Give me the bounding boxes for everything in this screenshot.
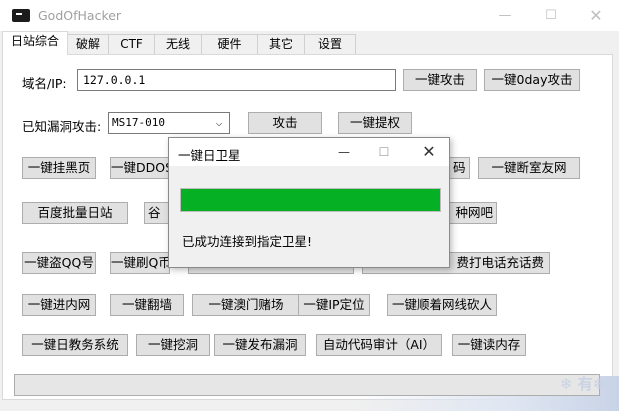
window-title: GodOfHacker — [38, 8, 122, 23]
dialog-minimize-button[interactable]: — — [324, 138, 364, 166]
dialog-title-bar: 一键日卫星 — ☐ ✕ — [169, 138, 449, 166]
vuln-select[interactable]: MS17-010 ⌵ — [108, 112, 230, 134]
hidden-button-row3[interactable]: 码 — [448, 157, 470, 179]
follow-cable-button[interactable]: 一键顺着网线砍人 — [387, 294, 497, 316]
tab-settings[interactable]: 设置 — [304, 34, 356, 54]
progress-fill — [181, 189, 440, 211]
brush-q-coin-button[interactable]: 一键刷Q币 — [110, 252, 170, 274]
publish-vuln-button[interactable]: 一键发布漏洞 — [214, 334, 306, 356]
tab-ctf[interactable]: CTF — [108, 34, 155, 54]
macau-casino-button[interactable]: 一键澳门赌场 — [192, 294, 300, 316]
maximize-button[interactable]: ☐ — [528, 0, 574, 31]
ip-locate-button[interactable]: 一键IP定位 — [298, 294, 370, 316]
satellite-dialog: 一键日卫星 — ☐ ✕ 已成功连接到指定卫星! — [168, 137, 450, 268]
cut-roommate-net-button[interactable]: 一键断室友网 — [478, 157, 580, 179]
one-click-privesc-button[interactable]: 一键提权 — [338, 112, 412, 134]
dialog-message: 已成功连接到指定卫星! — [182, 234, 313, 249]
close-button[interactable]: ✕ — [573, 0, 619, 31]
tab-site-attack[interactable]: 日站综合 — [2, 31, 68, 55]
intranet-button[interactable]: 一键进内网 — [22, 294, 96, 316]
code-audit-button[interactable]: 自动代码审计（AI） — [316, 334, 442, 356]
one-click-attack-button[interactable]: 一键攻击 — [403, 69, 477, 91]
one-click-0day-button[interactable]: 一键0day攻击 — [484, 69, 580, 91]
known-vuln-label: 已知漏洞攻击: — [22, 119, 102, 134]
attack-button[interactable]: 攻击 — [248, 112, 322, 134]
domain-input[interactable]: 127.0.0.1 — [77, 69, 396, 91]
deface-button[interactable]: 一键挂黑页 — [22, 157, 96, 179]
baidu-batch-button[interactable]: 百度批量日站 — [22, 202, 128, 224]
chevron-down-icon: ⌵ — [215, 116, 223, 129]
app-icon — [12, 9, 30, 22]
status-bar — [14, 374, 600, 396]
dialog-title: 一键日卫星 — [178, 148, 241, 163]
hidden-button-row4a[interactable]: 谷 — [144, 202, 170, 224]
vpn-button[interactable]: 一键翻墙 — [110, 294, 184, 316]
domain-label: 域名/IP: — [22, 76, 67, 91]
steal-qq-button[interactable]: 一键盗QQ号 — [22, 252, 96, 274]
edu-system-button[interactable]: 一键日教务系统 — [22, 334, 128, 356]
progress-bar — [180, 188, 441, 212]
dialog-maximize-button[interactable]: ☐ — [364, 138, 404, 166]
dialog-close-button[interactable]: ✕ — [409, 138, 449, 166]
ddos-button[interactable]: 一键DDOS — [110, 157, 170, 179]
read-memory-button[interactable]: 一键读内存 — [452, 334, 526, 356]
vuln-select-value: MS17-010 — [112, 116, 165, 129]
minimize-button[interactable]: — — [482, 0, 528, 31]
watermark: ❄ 有❄ — [560, 375, 606, 393]
hidden-button-row4b[interactable]: 种网吧 — [448, 202, 497, 224]
dig-hole-button[interactable]: 一键挖洞 — [136, 334, 210, 356]
tab-crack[interactable]: 破解 — [67, 34, 109, 54]
title-bar: GodOfHacker — ☐ ✕ — [0, 0, 619, 31]
tab-other[interactable]: 其它 — [257, 34, 305, 54]
tab-hardware[interactable]: 硬件 — [201, 34, 258, 54]
tab-wireless[interactable]: 无线 — [154, 34, 202, 54]
